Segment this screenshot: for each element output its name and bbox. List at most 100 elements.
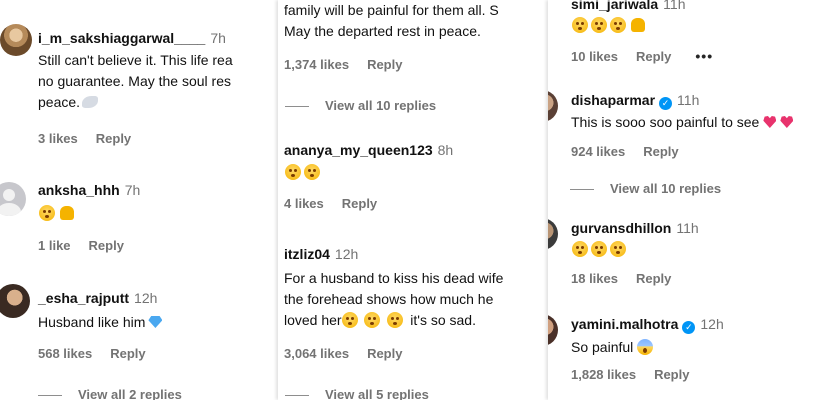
verified-badge-icon: ✓	[682, 321, 696, 334]
comment-time: 12h	[334, 246, 359, 262]
comment-text-line: For a husband to kiss his dead wife	[284, 270, 504, 286]
avatar[interactable]	[0, 284, 30, 318]
comment-header: ananya_my_queen123 8h	[284, 142, 453, 160]
flushed-face-emoji-icon	[591, 241, 607, 257]
view-replies-button[interactable]: View all 5 replies	[285, 387, 429, 400]
likes-count[interactable]: 4 likes	[284, 196, 324, 211]
comment-text-line: loved her it's so sad.	[284, 310, 503, 331]
comment-text-line: Still can't believe it. This life rea	[38, 52, 233, 68]
comment-username[interactable]: gurvansdhillon	[571, 220, 671, 236]
comment-text-body: So painful	[571, 339, 634, 355]
likes-count[interactable]: 1,828 likes	[571, 367, 636, 382]
broken-heart-emoji-icon	[763, 116, 777, 128]
comment-time: 8h	[437, 142, 454, 158]
more-options-icon[interactable]: •••	[695, 48, 713, 64]
comment-time: 12h	[700, 316, 724, 332]
comment-meta: 568 likes Reply	[38, 346, 146, 361]
likes-count[interactable]: 568 likes	[38, 346, 92, 361]
comment-username[interactable]: anksha_hhh	[38, 182, 120, 198]
reply-button[interactable]: Reply	[367, 346, 402, 361]
likes-count[interactable]: 1,374 likes	[284, 57, 349, 72]
comment-header: dishaparmar ✓ 11h	[571, 92, 699, 110]
comment-meta: 1 like Reply	[38, 238, 124, 253]
comment-meta: 924 likes Reply	[571, 144, 679, 159]
flushed-face-emoji-icon	[572, 241, 588, 257]
comment-header: simi_jariwala 11h	[571, 0, 686, 14]
reply-button[interactable]: Reply	[89, 238, 124, 253]
clapping-hands-emoji-icon	[60, 206, 74, 220]
comments-panel-middle: family will be painful for them all. S M…	[278, 0, 548, 400]
flushed-face-emoji-icon	[591, 17, 607, 33]
comment-meta: 4 likes Reply	[284, 196, 377, 211]
comment-header: anksha_hhh 7h	[38, 182, 140, 200]
likes-count[interactable]: 924 likes	[571, 144, 625, 159]
view-replies-button[interactable]: View all 2 replies	[38, 387, 182, 400]
view-replies-button[interactable]: View all 10 replies	[570, 181, 721, 196]
comment-text: Husband like him	[38, 312, 163, 333]
flushed-face-emoji-icon	[304, 164, 320, 180]
flushed-face-emoji-icon	[285, 164, 301, 180]
flushed-face-emoji-icon	[387, 312, 404, 328]
comment-meta: 3 likes Reply	[38, 131, 131, 146]
comment-time: 11h	[677, 92, 700, 108]
comment-username[interactable]: ananya_my_queen123	[284, 142, 433, 158]
view-replies-button[interactable]: View all 10 replies	[285, 98, 436, 113]
comment-text-line: May the departed rest in peace.	[284, 23, 481, 39]
comment-header: yamini.malhotra ✓ 12h	[571, 316, 724, 334]
raised-hands-emoji-icon	[631, 18, 645, 32]
dove-emoji-icon	[82, 96, 99, 108]
comment-text-line: the forehead shows how much he	[284, 291, 494, 307]
divider-line	[38, 395, 62, 397]
comment-emoji-text	[285, 164, 323, 182]
comment-text-line: peace.	[38, 92, 280, 113]
comment-text: Still can't believe it. This life rea no…	[38, 50, 280, 113]
comments-panel-left: i_m_sakshiaggarwal____ 7h Still can't bel…	[0, 0, 280, 400]
comment-emoji-text	[572, 241, 629, 259]
likes-count[interactable]: 3,064 likes	[284, 346, 349, 361]
comment-header: _esha_rajputt 12h	[38, 290, 157, 308]
reply-button[interactable]: Reply	[367, 57, 402, 72]
reply-button[interactable]: Reply	[96, 131, 131, 146]
avatar[interactable]	[548, 90, 558, 122]
comment-text-body: This is sooo soo painful to see	[571, 114, 760, 130]
avatar[interactable]	[0, 24, 32, 56]
reply-button[interactable]: Reply	[342, 196, 377, 211]
comment-text-line: no guarantee. May the soul res	[38, 73, 232, 89]
likes-count[interactable]: 10 likes	[571, 49, 618, 64]
comment-username[interactable]: yamini.malhotra	[571, 316, 678, 332]
reply-button[interactable]: Reply	[636, 271, 671, 286]
view-replies-label: View all 10 replies	[325, 98, 437, 113]
comment-meta: 18 likes Reply	[571, 271, 671, 286]
comment-meta: 1,828 likes Reply	[571, 367, 689, 382]
comment-username[interactable]: dishaparmar	[571, 92, 655, 108]
reply-button[interactable]: Reply	[654, 367, 689, 382]
reply-button[interactable]: Reply	[643, 144, 678, 159]
comment-username[interactable]: simi_jariwala	[571, 0, 658, 12]
view-replies-label: View all 2 replies	[78, 387, 182, 400]
divider-line	[285, 106, 309, 108]
broken-heart-emoji-icon	[780, 116, 794, 128]
comment-text: For a husband to kiss his dead wife the …	[284, 268, 503, 331]
comment-text-line-end: peace.	[38, 94, 81, 110]
comment-time: 12h	[134, 290, 158, 306]
avatar-default[interactable]	[0, 182, 26, 216]
comment-text-line: family will be painful for them all. S	[284, 2, 499, 18]
comments-panel-right: simi_jariwala 11h 10 likes Reply ••• dishap…	[548, 0, 830, 400]
comment-username[interactable]: i_m_sakshiaggarwal____	[38, 30, 205, 46]
flushed-face-emoji-icon	[364, 312, 381, 328]
reply-button[interactable]: Reply	[110, 346, 145, 361]
avatar[interactable]	[548, 218, 558, 250]
screaming-face-emoji-icon	[637, 339, 654, 355]
divider-line	[570, 189, 594, 191]
comment-header: i_m_sakshiaggarwal____ 7h	[38, 30, 226, 48]
likes-count[interactable]: 3 likes	[38, 131, 78, 146]
comment-text: family will be painful for them all. S M…	[284, 0, 499, 42]
comment-username[interactable]: itzliz04	[284, 246, 330, 262]
likes-count[interactable]: 18 likes	[571, 271, 618, 286]
likes-count[interactable]: 1 like	[38, 238, 71, 253]
comment-meta: 1,374 likes Reply	[284, 57, 402, 72]
comment-username[interactable]: _esha_rajputt	[38, 290, 129, 306]
avatar[interactable]	[548, 314, 558, 346]
comment-time: 11h	[663, 0, 686, 12]
reply-button[interactable]: Reply	[636, 49, 671, 64]
